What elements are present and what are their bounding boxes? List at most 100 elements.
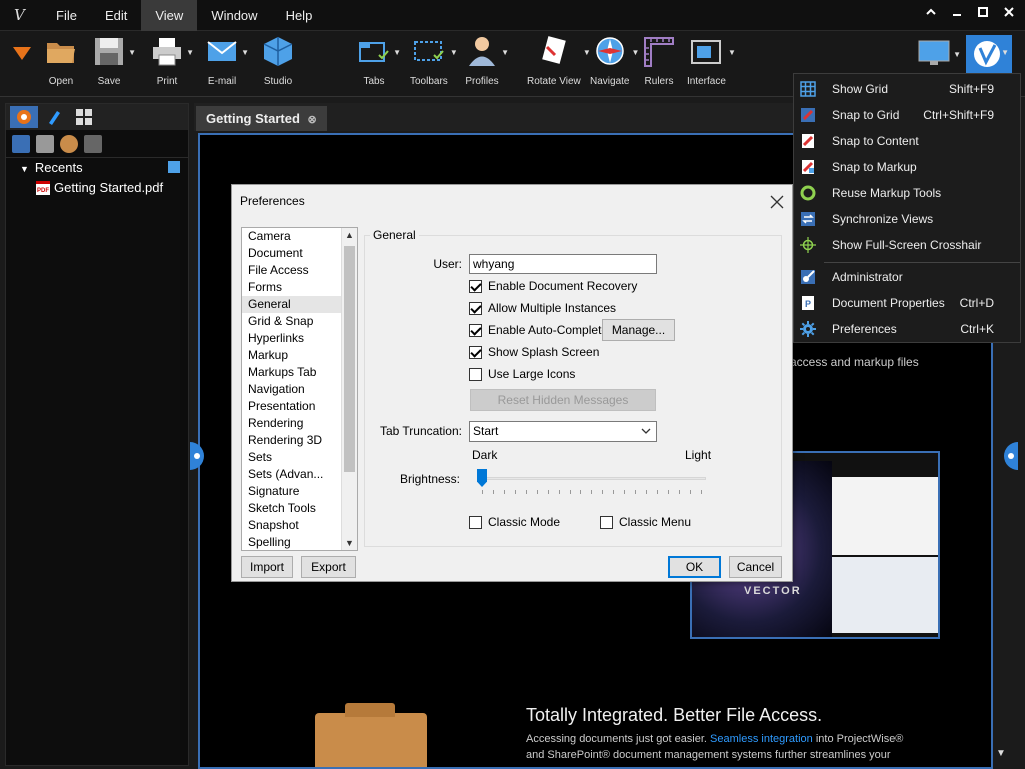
right-panel-collapse-handle[interactable]	[1004, 442, 1018, 470]
tab-markup[interactable]	[40, 106, 68, 128]
tab-getting-started[interactable]: Getting Started ⊗	[196, 106, 327, 131]
category-item[interactable]: File Access	[242, 262, 357, 279]
category-item[interactable]: Markups Tab	[242, 364, 357, 381]
print-dropdown-icon[interactable]: ▼	[186, 48, 194, 57]
checkbox-box[interactable]	[469, 279, 482, 293]
classic-menu-checkbox[interactable]: Classic Menu	[600, 515, 691, 529]
document-list-icon[interactable]	[12, 135, 30, 153]
checkbox-box[interactable]	[469, 367, 482, 381]
menu-help[interactable]: Help	[272, 0, 327, 31]
minimize-button[interactable]	[949, 6, 965, 22]
reset-hidden-messages-button[interactable]: Reset Hidden Messages	[470, 389, 656, 411]
revu-dropdown-icon[interactable]: ▼	[1001, 48, 1009, 57]
menu-item-snap-to-grid[interactable]: Snap to Grid Ctrl+Shift+F9	[794, 102, 1020, 128]
menu-file[interactable]: File	[42, 0, 91, 31]
home-folder-icon[interactable]	[84, 135, 102, 153]
category-item[interactable]: Navigation	[242, 381, 357, 398]
cancel-button[interactable]: Cancel	[729, 556, 782, 578]
menu-item-reuse-markup-tools[interactable]: Reuse Markup Tools	[794, 180, 1020, 206]
use-large-icons-checkbox[interactable]: Use Large Icons	[469, 367, 575, 381]
scroll-down-arrow-icon[interactable]: ▼	[345, 538, 354, 548]
collapse-ribbon-icon[interactable]	[923, 6, 939, 22]
import-button[interactable]: Import	[241, 556, 293, 578]
maximize-button[interactable]	[975, 6, 991, 22]
studio-button[interactable]: Studio	[261, 35, 295, 87]
category-item[interactable]: Sets (Advan...	[242, 466, 357, 483]
dialog-close-icon[interactable]	[770, 189, 784, 214]
checkbox-box[interactable]	[469, 345, 482, 359]
checkbox-box[interactable]	[600, 515, 613, 529]
print-button[interactable]: ▼ Print	[150, 35, 194, 87]
show-splash-screen-checkbox[interactable]: Show Splash Screen	[469, 345, 599, 359]
menu-item-administrator[interactable]: Administrator	[794, 264, 1020, 290]
toolbars-dropdown-icon[interactable]: ▼	[450, 48, 458, 57]
navigate-dropdown-icon[interactable]: ▼	[632, 48, 640, 57]
tab-file-access[interactable]	[10, 106, 38, 128]
recent-file-item[interactable]: PDF Getting Started.pdf	[6, 178, 188, 198]
category-item[interactable]: Document	[242, 245, 357, 262]
menu-item-snap-to-markup[interactable]: Snap to Markup	[794, 154, 1020, 180]
toolbars-button[interactable]: ▼ Toolbars	[410, 35, 458, 87]
brightness-slider-track[interactable]	[478, 477, 706, 480]
enable-auto-complete-checkbox[interactable]: Enable Auto-Complete	[469, 323, 608, 337]
category-item[interactable]: Signature	[242, 483, 357, 500]
menu-item-snap-to-content[interactable]: Snap to Content	[794, 128, 1020, 154]
tab-thumbnails[interactable]	[70, 106, 98, 128]
monitor-dropdown-icon[interactable]: ▼	[953, 50, 961, 59]
email-dropdown-icon[interactable]: ▼	[241, 48, 249, 57]
menu-window[interactable]: Window	[197, 0, 271, 31]
menu-item-preferences[interactable]: Preferences Ctrl+K	[794, 316, 1020, 342]
category-scrollbar[interactable]: ▲ ▼	[341, 228, 357, 550]
category-item[interactable]: Markup	[242, 347, 357, 364]
category-item[interactable]: Sketch Tools	[242, 500, 357, 517]
menu-item-synchronize-views[interactable]: Synchronize Views	[794, 206, 1020, 232]
menu-edit[interactable]: Edit	[91, 0, 141, 31]
interface-button[interactable]: ▼ Interface	[687, 35, 736, 87]
category-item[interactable]: Rendering 3D	[242, 432, 357, 449]
menu-item-document-properties[interactable]: P Document Properties Ctrl+D	[794, 290, 1020, 316]
dropdown-arrow-button[interactable]	[12, 45, 32, 64]
enable-document-recovery-checkbox[interactable]: Enable Document Recovery	[469, 279, 637, 293]
allow-multiple-instances-checkbox[interactable]: Allow Multiple Instances	[469, 301, 616, 315]
interface-dropdown-icon[interactable]: ▼	[728, 48, 736, 57]
category-item[interactable]: Spelling	[242, 534, 357, 550]
badge-icon[interactable]	[60, 135, 78, 153]
save-dropdown-icon[interactable]: ▼	[128, 48, 136, 57]
scrollbar-thumb[interactable]	[344, 246, 355, 472]
disk-icon[interactable]	[36, 135, 54, 153]
rotate-view-button[interactable]: ▼ Rotate View	[527, 35, 591, 87]
category-list[interactable]: Camera Document File Access Forms Genera…	[241, 227, 358, 551]
promo-highlight-link[interactable]: Seamless integration	[710, 733, 813, 745]
close-button[interactable]	[1001, 6, 1017, 22]
revu-button[interactable]: ▼	[966, 35, 1012, 73]
rulers-button[interactable]: Rulers	[642, 35, 676, 87]
menu-view[interactable]: View	[141, 0, 198, 31]
category-item-selected[interactable]: General	[242, 296, 357, 313]
category-item[interactable]: Grid & Snap	[242, 313, 357, 330]
category-item[interactable]: Hyperlinks	[242, 330, 357, 347]
scroll-up-icon[interactable]: ▲	[345, 230, 354, 240]
email-button[interactable]: ▼ E-mail	[205, 35, 249, 87]
user-field[interactable]: whyang	[469, 254, 657, 274]
navigate-button[interactable]: ▼ Navigate	[590, 35, 639, 87]
export-button[interactable]: Export	[301, 556, 356, 578]
profiles-button[interactable]: ▼ Profiles	[465, 35, 509, 87]
category-item[interactable]: Camera	[242, 228, 357, 245]
tab-truncation-select[interactable]: Start	[469, 421, 657, 442]
recents-options-icon[interactable]	[168, 161, 180, 173]
close-tab-icon[interactable]: ⊗	[308, 114, 317, 126]
recents-header[interactable]: ▼ Recents	[6, 158, 188, 178]
checkbox-box[interactable]	[469, 301, 482, 315]
category-item[interactable]: Presentation	[242, 398, 357, 415]
tabs-button[interactable]: ▼ Tabs	[357, 35, 401, 87]
profiles-dropdown-icon[interactable]: ▼	[501, 48, 509, 57]
manage-button[interactable]: Manage...	[602, 319, 675, 341]
scroll-down-icon[interactable]: ▼	[996, 748, 1006, 759]
save-button[interactable]: ▼ Save	[92, 35, 136, 87]
classic-mode-checkbox[interactable]: Classic Mode	[469, 515, 560, 529]
category-item[interactable]: Snapshot	[242, 517, 357, 534]
category-item[interactable]: Forms	[242, 279, 357, 296]
menu-item-show-full-screen-crosshair[interactable]: Show Full-Screen Crosshair	[794, 232, 1020, 258]
category-item[interactable]: Sets	[242, 449, 357, 466]
checkbox-box[interactable]	[469, 515, 482, 529]
